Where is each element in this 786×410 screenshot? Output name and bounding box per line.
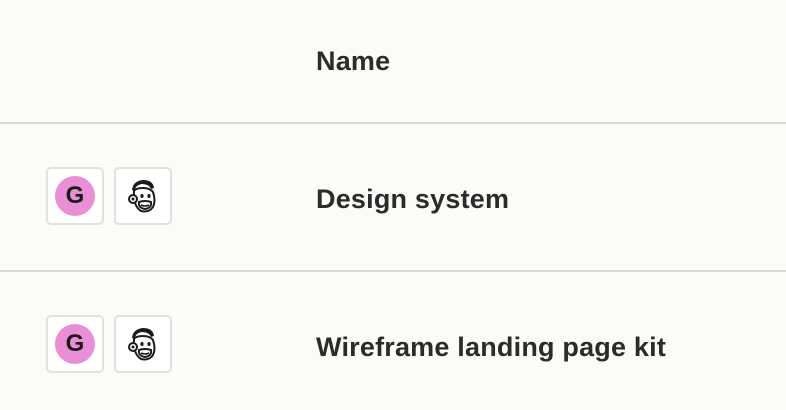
mailchimp-app-tile[interactable] bbox=[114, 167, 172, 225]
app-icons: G bbox=[46, 167, 172, 225]
column-header-name[interactable]: Name bbox=[316, 44, 390, 78]
data-table: Name G Design system G Wireframe landing… bbox=[0, 0, 786, 410]
row-name[interactable]: Design system bbox=[316, 182, 509, 216]
g-app-tile[interactable]: G bbox=[46, 315, 104, 373]
table-row[interactable]: G Wireframe landing page kit bbox=[0, 272, 786, 410]
g-app-tile[interactable]: G bbox=[46, 167, 104, 225]
g-letter-icon: G bbox=[55, 324, 95, 364]
mailchimp-monkey-icon bbox=[128, 328, 156, 361]
app-icons: G bbox=[46, 315, 172, 373]
table-row[interactable]: G Design system bbox=[0, 124, 786, 272]
g-letter-icon: G bbox=[55, 176, 95, 216]
mailchimp-app-tile[interactable] bbox=[114, 315, 172, 373]
mailchimp-monkey-icon bbox=[128, 180, 156, 213]
table-header-row: Name bbox=[0, 0, 786, 124]
row-name[interactable]: Wireframe landing page kit bbox=[316, 330, 666, 364]
